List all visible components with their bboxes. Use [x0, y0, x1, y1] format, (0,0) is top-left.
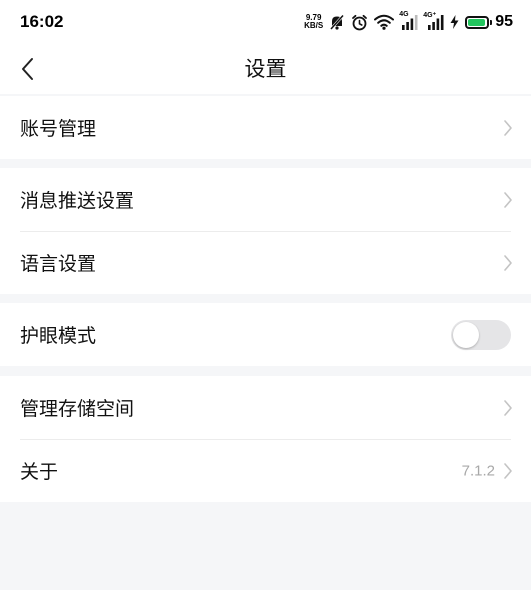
row-label: 消息推送设置 — [20, 190, 135, 212]
charging-icon — [450, 15, 459, 29]
battery-body — [465, 15, 490, 29]
settings-row-about[interactable]: 关于 7.1.2 — [0, 439, 531, 502]
row-label: 账号管理 — [20, 118, 97, 140]
notifications-muted-icon — [329, 14, 345, 31]
settings-row-push-notifications[interactable]: 消息推送设置 — [0, 168, 531, 231]
row-label: 管理存储空间 — [20, 398, 135, 420]
chevron-right-icon — [503, 191, 513, 209]
signal-sim2-tag: 4G⁺ — [423, 12, 437, 19]
toggle-knob — [453, 321, 479, 348]
page-title: 设置 — [244, 57, 287, 81]
row-label: 关于 — [20, 461, 59, 483]
settings-row-language[interactable]: 语言设置 — [0, 231, 531, 294]
battery-level: 95 — [495, 13, 513, 30]
nav-bar: 设置 — [0, 44, 531, 94]
signal-sim1-icon: 4G — [399, 11, 418, 31]
chevron-left-icon — [22, 58, 33, 80]
battery-fill — [468, 18, 486, 26]
chevron-right-icon — [503, 462, 513, 480]
settings-row-account-management[interactable]: 账号管理 — [0, 96, 531, 159]
chevron-right-icon — [503, 119, 513, 137]
eye-protection-toggle[interactable] — [451, 319, 511, 350]
settings-row-eye-protection: 护眼模式 — [0, 303, 531, 366]
back-button[interactable] — [12, 52, 44, 86]
status-time: 16:02 — [20, 12, 64, 31]
chevron-right-icon — [503, 399, 513, 417]
status-icons: 9.79 KB/S 4G 4G⁺ 95 — [304, 10, 513, 34]
network-speed-unit: KB/S — [304, 21, 324, 30]
wifi-icon — [374, 14, 395, 30]
battery-cap — [490, 19, 493, 25]
settings-row-manage-storage[interactable]: 管理存储空间 — [0, 376, 531, 439]
row-label: 护眼模式 — [20, 325, 97, 347]
settings-group-storage-about: 管理存储空间 关于 7.1.2 — [0, 376, 531, 502]
row-label: 语言设置 — [20, 253, 97, 275]
alarm-icon — [351, 14, 368, 31]
app-version: 7.1.2 — [461, 462, 495, 479]
signal-sim1-tag: 4G — [399, 11, 409, 18]
settings-group-display: 护眼模式 — [0, 303, 531, 366]
chevron-right-icon — [503, 254, 513, 272]
network-speed: 9.79 KB/S — [304, 14, 323, 30]
settings-group-general: 消息推送设置 语言设置 — [0, 168, 531, 294]
battery-icon: 95 — [465, 13, 513, 31]
status-bar: 16:02 9.79 KB/S 4G 4G⁺ 95 — [0, 0, 531, 44]
settings-group-account: 账号管理 — [0, 96, 531, 159]
signal-sim2-icon: 4G⁺ — [423, 12, 444, 31]
